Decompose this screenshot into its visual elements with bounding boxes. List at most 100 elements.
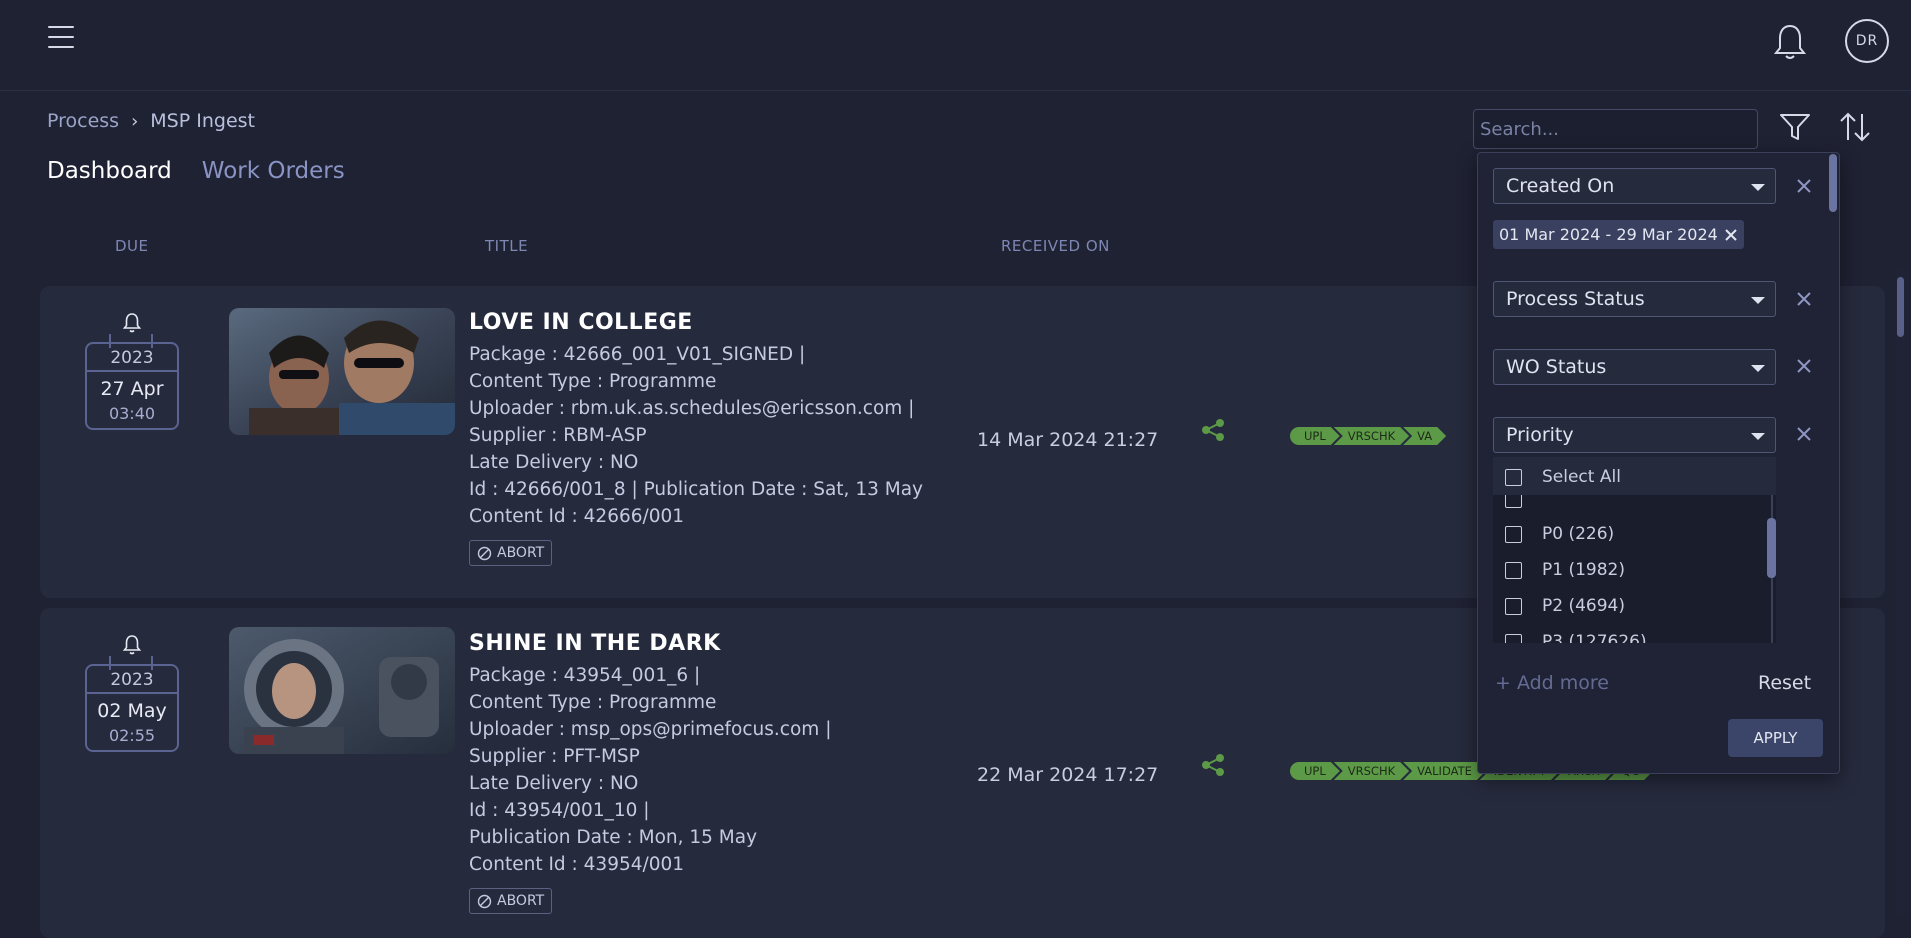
menu-icon[interactable] (48, 26, 74, 50)
reminder-bell-icon[interactable] (122, 312, 142, 334)
priority-option-label: P3 (127626) (1542, 632, 1647, 643)
due-date: 02 May (97, 700, 167, 722)
priority-dropdown: P0 (226) P1 (1982) P2 (4694) P3 (127626)… (1493, 457, 1776, 643)
reminder-bell-icon[interactable] (122, 634, 142, 656)
notification-bell-icon[interactable] (1772, 22, 1808, 62)
tab-dashboard[interactable]: Dashboard (47, 158, 172, 184)
id-line: Id : 42666/001_8 | Publication Date : Sa… (469, 479, 923, 500)
content-id-line: Content Id : 43954/001 (469, 854, 685, 875)
caret-down-icon (1751, 184, 1765, 191)
close-icon[interactable] (1724, 228, 1738, 242)
caret-down-icon (1751, 433, 1765, 440)
tab-work-orders[interactable]: Work Orders (202, 158, 345, 184)
stage-chip[interactable]: VRSCHK (1334, 762, 1409, 780)
filter-select-process-status[interactable]: Process Status (1493, 281, 1776, 317)
abort-button[interactable]: ABORT (469, 888, 553, 914)
filter-select-priority[interactable]: Priority (1493, 417, 1776, 453)
select-all-option[interactable]: Select All (1505, 467, 1621, 487)
late-delivery-line: Late Delivery : NO (469, 452, 639, 473)
select-all-row[interactable]: Select All (1493, 457, 1776, 495)
column-header-title[interactable]: TITLE (485, 237, 528, 255)
work-order-title[interactable]: LOVE IN COLLEGE (469, 310, 969, 335)
sort-icon[interactable] (1838, 110, 1872, 144)
select-all-checkbox[interactable] (1505, 468, 1522, 486)
filter-select-label: Priority (1506, 424, 1574, 446)
supplier-line: Supplier : PFT-MSP (469, 746, 640, 767)
checkbox[interactable] (1505, 597, 1522, 615)
workflow-icon[interactable] (1200, 753, 1226, 777)
work-order-info: LOVE IN COLLEGE Package : 42666_001_V01_… (469, 310, 969, 566)
stage-pipeline: UPL VRSCHK VA (1290, 427, 1440, 445)
stage-chip[interactable]: UPL (1290, 427, 1340, 445)
due-time: 02:55 (108, 726, 156, 745)
user-avatar[interactable]: DR (1845, 19, 1889, 63)
search-input[interactable] (1473, 109, 1758, 149)
stage-chip[interactable]: UPL (1290, 762, 1340, 780)
breadcrumb: Process › MSP Ingest (47, 110, 255, 132)
package-line: Package : 42666_001_V01_SIGNED | (469, 344, 806, 365)
column-header-received[interactable]: RECEIVED ON (1001, 237, 1110, 255)
abort-icon (477, 546, 492, 560)
select-all-label: Select All (1542, 467, 1621, 487)
abort-label: ABORT (497, 893, 545, 909)
remove-filter-icon[interactable] (1795, 177, 1813, 195)
filter-select-label: Created On (1506, 175, 1615, 197)
package-line: Package : 43954_001_6 | (469, 665, 701, 686)
apply-button[interactable]: APPLY (1728, 719, 1823, 757)
column-header-due[interactable]: DUE (115, 237, 149, 255)
add-more-filter-link[interactable]: + Add more (1495, 672, 1609, 694)
stage-chip[interactable]: VA (1403, 427, 1446, 445)
workflow-icon[interactable] (1200, 418, 1226, 442)
priority-option-label: P0 (226) (1542, 524, 1615, 544)
checkbox[interactable] (1505, 561, 1522, 579)
id-line: Id : 43954/001_10 | (469, 800, 650, 821)
stage-chip[interactable]: VRSCHK (1334, 427, 1409, 445)
filter-select-wo-status[interactable]: WO Status (1493, 349, 1776, 385)
remove-filter-icon[interactable] (1795, 425, 1813, 443)
uploader-line: Uploader : rbm.uk.as.schedules@ericsson.… (469, 398, 915, 419)
priority-option[interactable]: P1 (1982) (1505, 560, 1625, 580)
chevron-right-icon: › (131, 110, 139, 132)
breadcrumb-current: MSP Ingest (150, 110, 255, 132)
remove-filter-icon[interactable] (1795, 290, 1813, 308)
stage-chip[interactable]: VALIDATE (1403, 762, 1486, 780)
checkbox[interactable] (1505, 525, 1522, 543)
priority-option[interactable]: P0 (226) (1505, 524, 1614, 544)
breadcrumb-process-link[interactable]: Process (47, 110, 119, 132)
abort-label: ABORT (497, 545, 545, 561)
filter-icon[interactable] (1779, 112, 1811, 142)
filter-select-label: Process Status (1506, 288, 1645, 310)
priority-option[interactable]: P2 (4694) (1505, 596, 1625, 616)
publication-date-line: Publication Date : Mon, 15 May (469, 827, 758, 848)
filter-panel-scrollbar[interactable] (1829, 154, 1837, 212)
page-scrollbar-thumb[interactable] (1897, 277, 1904, 337)
abort-button[interactable]: ABORT (469, 540, 553, 566)
content-type-line: Content Type : Programme (469, 692, 717, 713)
priority-option[interactable]: P3 (127626) (1505, 632, 1647, 643)
due-date: 27 Apr (100, 378, 164, 400)
supplier-line: Supplier : RBM-ASP (469, 425, 647, 446)
late-delivery-line: Late Delivery : NO (469, 773, 639, 794)
priority-option-label: P2 (4694) (1542, 596, 1625, 616)
filter-select-created-on[interactable]: Created On (1493, 168, 1776, 204)
date-range-label: 01 Mar 2024 - 29 Mar 2024 (1499, 225, 1718, 244)
work-order-title[interactable]: SHINE IN THE DARK (469, 631, 969, 656)
thumbnail-image (229, 627, 455, 754)
reset-button[interactable]: Reset (1758, 672, 1811, 694)
content-type-line: Content Type : Programme (469, 371, 717, 392)
due-year: 2023 (110, 348, 154, 368)
content-id-line: Content Id : 42666/001 (469, 506, 685, 527)
received-on: 22 Mar 2024 17:27 (977, 764, 1159, 786)
thumbnail-image (229, 308, 455, 435)
page-scrollbar-track[interactable] (1895, 268, 1906, 918)
tabs: Dashboard Work Orders (47, 158, 345, 184)
date-range-chip: 01 Mar 2024 - 29 Mar 2024 (1493, 220, 1744, 249)
abort-icon (477, 894, 492, 908)
work-order-info: SHINE IN THE DARK Package : 43954_001_6 … (469, 631, 969, 914)
dropdown-scrollbar-thumb[interactable] (1767, 518, 1776, 578)
due-year: 2023 (110, 670, 154, 690)
due-time: 03:40 (108, 404, 156, 423)
checkbox[interactable] (1505, 633, 1522, 643)
received-on: 14 Mar 2024 21:27 (977, 429, 1159, 451)
remove-filter-icon[interactable] (1795, 357, 1813, 375)
